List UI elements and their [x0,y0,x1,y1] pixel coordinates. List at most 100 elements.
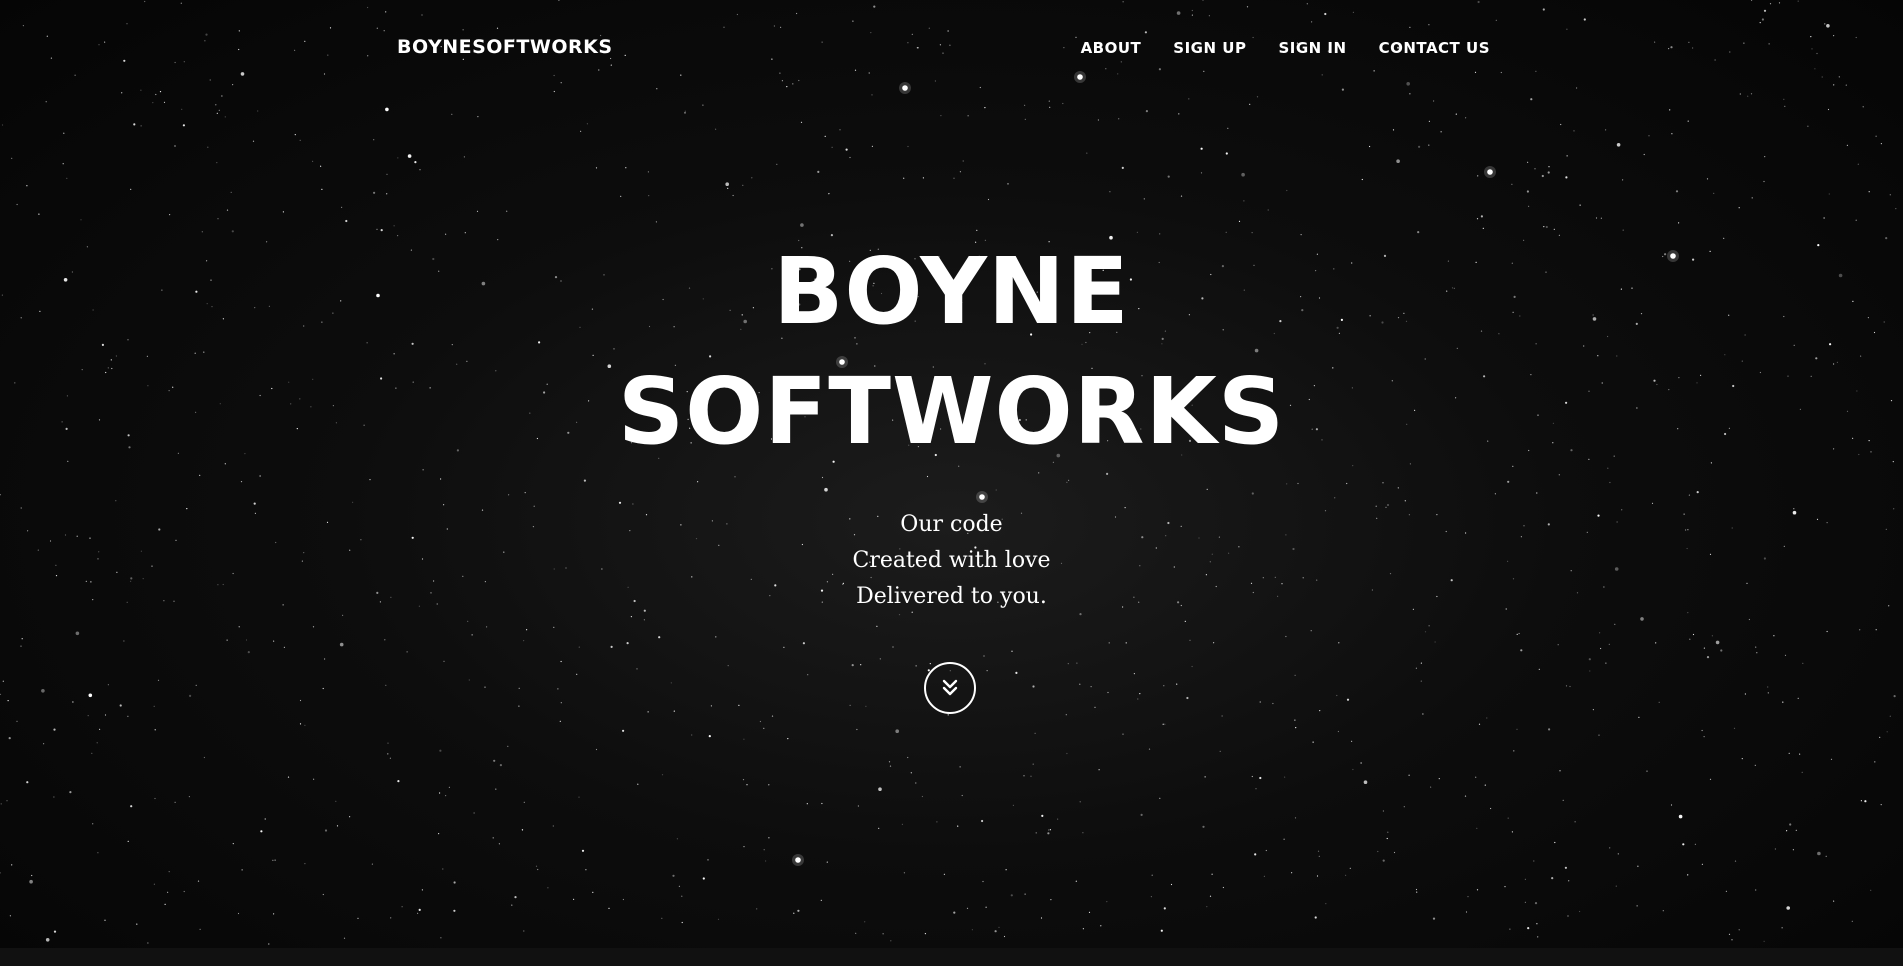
star [104,919,106,921]
star [1097,119,1099,121]
star [1640,617,1644,621]
star [1537,936,1539,938]
star [742,779,745,781]
star [115,500,117,502]
bottom-strip [0,948,1903,966]
star [199,928,201,931]
star [1241,172,1245,177]
star [1609,481,1611,484]
nav-link-about[interactable]: ABOUT [1081,39,1142,57]
star [783,646,785,648]
star [878,827,880,830]
star [697,481,699,483]
star [518,705,520,707]
star [1860,800,1862,802]
hero-headline: BOYNE SOFTWORKS [0,232,1903,472]
star [1827,108,1830,111]
star [1786,906,1790,910]
star [445,795,447,797]
star [707,859,709,861]
star [272,859,274,861]
star [1312,741,1314,743]
star [1781,927,1783,929]
star [560,660,562,663]
star [1817,851,1821,856]
star [768,837,770,839]
star [1189,639,1191,641]
star [183,890,185,893]
star [1509,928,1511,930]
star [1748,618,1750,621]
star [1568,880,1570,882]
brand-logo-link[interactable]: BOYNESOFTWORKS [397,36,613,58]
star [586,123,589,125]
star [661,774,664,776]
star [1386,837,1388,840]
star [1310,630,1312,632]
star [1430,786,1432,788]
star [765,860,767,862]
star [1086,152,1088,154]
star [473,812,475,814]
star [438,833,440,835]
star [91,752,93,755]
nav-link-contact-us[interactable]: CONTACT US [1379,39,1490,57]
star [1151,874,1153,876]
star [1636,905,1638,907]
star [751,177,753,179]
star [386,193,388,195]
star [1316,875,1319,877]
star [1162,723,1164,725]
star [560,702,562,704]
star [7,700,9,702]
nav-link-sign-up[interactable]: SIGN UP [1173,39,1246,57]
star [453,881,456,884]
star [1694,843,1696,845]
star [921,795,924,798]
star [1397,487,1399,489]
star [373,191,376,194]
star [8,737,11,740]
star [1554,841,1556,844]
star [31,874,33,877]
star [1782,701,1784,703]
star [322,687,324,690]
star [1703,736,1705,738]
star [1783,98,1785,100]
star [1428,144,1430,146]
bright-star [1487,169,1493,175]
star [787,738,789,740]
star [1254,853,1257,856]
star [1415,667,1417,669]
star [1382,482,1384,484]
star [1109,191,1111,193]
star [743,846,745,848]
star [1767,686,1769,688]
star [1387,831,1389,833]
starfield-background [0,0,1897,945]
star [1696,491,1699,494]
star [245,639,248,641]
nav-link-sign-in[interactable]: SIGN IN [1278,39,1346,57]
star [1744,693,1746,695]
headline-line-2: SOFTWORKS [617,358,1286,465]
star [1338,642,1340,644]
star [1868,191,1870,193]
star [1206,488,1208,490]
star [440,937,442,939]
star [1259,776,1262,780]
star [915,665,917,667]
star [630,616,633,618]
star [154,797,156,800]
star [643,619,646,621]
star [97,852,99,854]
star [1150,896,1152,898]
star [136,923,138,925]
star [860,664,862,666]
nav-item-sign-up: SIGN UP [1173,39,1246,58]
scroll-down-button[interactable] [924,662,976,714]
star [1024,118,1026,120]
star [1475,776,1477,778]
star [1010,894,1013,897]
star [312,626,315,628]
